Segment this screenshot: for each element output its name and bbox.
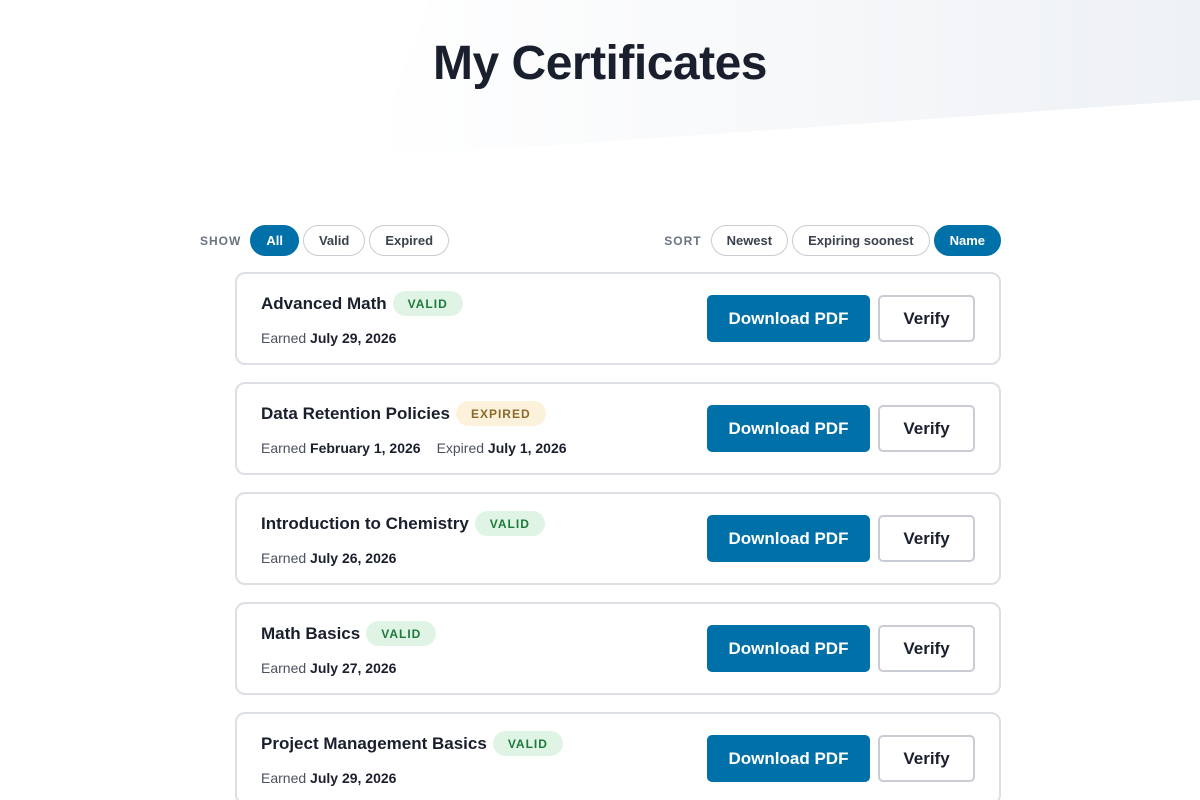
download-pdf-button[interactable]: Download PDF: [707, 625, 870, 672]
earned-date: July 26, 2026: [310, 550, 397, 566]
certificate-info: Advanced Math VALID Earned July 29, 2026: [261, 291, 463, 346]
certificate-actions: Download PDF Verify: [707, 295, 975, 342]
certificate-card: Advanced Math VALID Earned July 29, 2026…: [235, 272, 1001, 365]
earned-label: Earned: [261, 660, 307, 676]
certificate-title-row: Data Retention Policies EXPIRED: [261, 401, 567, 426]
filter-all-button[interactable]: All: [250, 225, 299, 256]
earned-info: Earned February 1, 2026: [261, 440, 421, 456]
certificate-meta: Earned July 27, 2026: [261, 660, 436, 676]
verify-button[interactable]: Verify: [878, 625, 975, 672]
earned-info: Earned July 29, 2026: [261, 770, 396, 786]
status-badge: EXPIRED: [455, 401, 546, 426]
earned-label: Earned: [261, 330, 307, 346]
sort-label: SORT: [664, 233, 702, 248]
certificate-actions: Download PDF Verify: [707, 625, 975, 672]
filter-bar: SHOW All Valid Expired SORT Newest Expir…: [200, 225, 1001, 256]
certificate-info: Data Retention Policies EXPIRED Earned F…: [261, 401, 567, 456]
status-badge: VALID: [474, 511, 545, 536]
certificate-list: Advanced Math VALID Earned July 29, 2026…: [235, 272, 1001, 800]
download-pdf-button[interactable]: Download PDF: [707, 295, 870, 342]
certificate-actions: Download PDF Verify: [707, 405, 975, 452]
certificate-card: Data Retention Policies EXPIRED Earned F…: [235, 382, 1001, 475]
sort-expiring-soonest-button[interactable]: Expiring soonest: [792, 225, 930, 256]
download-pdf-button[interactable]: Download PDF: [707, 515, 870, 562]
verify-button[interactable]: Verify: [878, 405, 975, 452]
certificate-meta: Earned July 29, 2026: [261, 330, 463, 346]
sort-name-button[interactable]: Name: [933, 225, 1001, 256]
earned-label: Earned: [261, 550, 307, 566]
certificate-meta: Earned July 29, 2026: [261, 770, 563, 786]
expired-info: Expired July 1, 2026: [437, 440, 567, 456]
certificate-actions: Download PDF Verify: [707, 735, 975, 782]
certificate-info: Project Management Basics VALID Earned J…: [261, 731, 563, 786]
status-badge: VALID: [492, 731, 563, 756]
verify-button[interactable]: Verify: [878, 735, 975, 782]
earned-info: Earned July 26, 2026: [261, 550, 396, 566]
expired-date: July 1, 2026: [487, 440, 567, 456]
certificate-card: Math Basics VALID Earned July 27, 2026 D…: [235, 602, 1001, 695]
filter-valid-button[interactable]: Valid: [302, 225, 366, 256]
certificate-title-row: Math Basics VALID: [261, 621, 437, 646]
status-badge: VALID: [366, 621, 437, 646]
status-badge: VALID: [392, 291, 463, 316]
earned-date: July 29, 2026: [310, 770, 397, 786]
certificate-actions: Download PDF Verify: [707, 515, 975, 562]
earned-date: July 27, 2026: [310, 660, 397, 676]
verify-button[interactable]: Verify: [878, 515, 975, 562]
certificate-meta: Earned February 1, 2026 Expired July 1, …: [261, 440, 567, 456]
show-filter-group: SHOW All Valid Expired: [200, 225, 450, 256]
filter-expired-button[interactable]: Expired: [369, 225, 450, 256]
download-pdf-button[interactable]: Download PDF: [707, 735, 870, 782]
download-pdf-button[interactable]: Download PDF: [707, 405, 870, 452]
certificate-title-row: Introduction to Chemistry VALID: [261, 511, 545, 536]
certificate-title-row: Advanced Math VALID: [261, 291, 463, 316]
verify-button[interactable]: Verify: [878, 295, 975, 342]
certificate-card: Project Management Basics VALID Earned J…: [235, 712, 1001, 800]
page-title: My Certificates: [433, 37, 767, 90]
expired-label: Expired: [436, 440, 485, 456]
certificate-info: Introduction to Chemistry VALID Earned J…: [261, 511, 545, 566]
earned-info: Earned July 29, 2026: [261, 330, 396, 346]
earned-date: July 29, 2026: [310, 330, 397, 346]
certificate-card: Introduction to Chemistry VALID Earned J…: [235, 492, 1001, 585]
sort-newest-button[interactable]: Newest: [710, 225, 789, 256]
certificate-meta: Earned July 26, 2026: [261, 550, 545, 566]
certificate-title: Data Retention Policies: [261, 403, 450, 423]
earned-label: Earned: [261, 440, 307, 456]
show-filter-label: SHOW: [200, 233, 242, 248]
earned-info: Earned July 27, 2026: [261, 660, 396, 676]
certificate-info: Math Basics VALID Earned July 27, 2026: [261, 621, 437, 676]
certificate-title: Advanced Math: [261, 293, 387, 313]
certificate-title: Project Management Basics: [261, 733, 487, 753]
certificate-title: Math Basics: [261, 623, 361, 643]
earned-label: Earned: [261, 770, 307, 786]
certificate-title: Introduction to Chemistry: [261, 513, 469, 533]
certificate-title-row: Project Management Basics VALID: [261, 731, 563, 756]
earned-date: February 1, 2026: [310, 440, 421, 456]
sort-group: SORT Newest Expiring soonest Name: [664, 225, 1001, 256]
